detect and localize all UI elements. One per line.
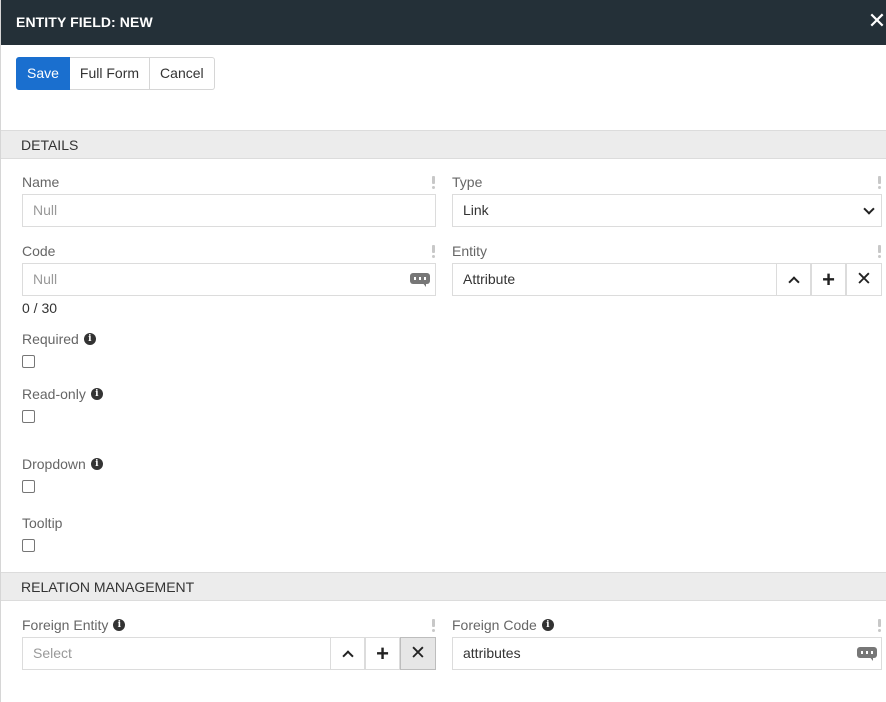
foreign-entity-label-text: Foreign Entity [22, 617, 109, 633]
required-indicator-icon [431, 245, 435, 259]
foreign-code-label-text: Foreign Code [452, 617, 537, 633]
info-icon[interactable]: i [83, 333, 96, 345]
chevron-up-icon [787, 275, 800, 288]
relation-section-header: RELATION MANAGEMENT [1, 572, 886, 601]
entity-label-text: Entity [452, 243, 488, 259]
read-only-checkbox[interactable] [22, 410, 35, 423]
name-label: Name [22, 174, 59, 190]
plus-icon: + [376, 640, 389, 666]
name-label-text: Name [22, 174, 60, 190]
entity-clear-button[interactable]: ✕ [846, 263, 882, 296]
code-input[interactable]: Null [22, 263, 436, 296]
plus-icon: + [822, 266, 835, 292]
chevron-down-icon [864, 205, 874, 215]
required-indicator-icon [877, 176, 881, 190]
dropdown-label-text: Dropdown [22, 456, 86, 472]
tooltip-label-text: Tooltip [22, 515, 63, 531]
code-label-text: Code [22, 243, 56, 259]
required-indicator-icon [431, 619, 435, 633]
required-indicator-icon [877, 619, 881, 633]
entity-create-button[interactable]: + [811, 263, 846, 296]
type-label: Type [452, 174, 482, 190]
entity-select-button[interactable] [776, 263, 811, 296]
dropdown-checkbox[interactable] [22, 480, 35, 493]
required-indicator-icon [431, 176, 435, 190]
cancel-button[interactable]: Cancel [150, 57, 215, 90]
name-input[interactable]: Null [22, 194, 436, 227]
foreign-entity-clear-button[interactable]: ✕ [400, 637, 436, 670]
details-section-title: DETAILS [21, 137, 79, 153]
required-label: Required i [22, 331, 96, 347]
entity-input[interactable]: Attribute [452, 263, 777, 296]
close-icon: ✕ [856, 269, 872, 290]
info-icon[interactable]: i [90, 458, 103, 470]
relation-section-title: RELATION MANAGEMENT [21, 579, 195, 595]
tooltip-label: Tooltip [22, 515, 62, 531]
read-only-label-text: Read-only [22, 386, 86, 402]
type-select[interactable]: Link [452, 194, 882, 227]
foreign-entity-label: Foreign Entity i [22, 617, 126, 633]
foreign-code-label: Foreign Code i [452, 617, 554, 633]
entity-field-modal: ENTITY FIELD: NEW ✕ Save Full Form Cance… [0, 0, 886, 702]
modal-title: ENTITY FIELD: NEW [16, 14, 153, 30]
read-only-label: Read-only i [22, 386, 103, 402]
entity-label: Entity [452, 243, 487, 259]
tooltip-checkbox[interactable] [22, 539, 35, 552]
info-icon[interactable]: i [90, 388, 103, 400]
action-buttons: Save Full Form Cancel [16, 57, 215, 90]
foreign-entity-select-button[interactable] [330, 637, 365, 670]
chevron-up-icon [341, 649, 354, 662]
type-label-text: Type [452, 174, 483, 190]
foreign-entity-create-button[interactable]: + [365, 637, 400, 670]
details-section-header: DETAILS [1, 130, 886, 159]
translate-message-icon[interactable] [857, 647, 877, 661]
code-label: Code [22, 243, 55, 259]
full-form-button[interactable]: Full Form [69, 57, 151, 90]
code-char-counter: 0 / 30 [22, 300, 58, 316]
foreign-code-input[interactable]: attributes [452, 637, 882, 670]
info-icon[interactable]: i [113, 619, 126, 631]
required-checkbox[interactable] [22, 355, 35, 368]
modal-header: ENTITY FIELD: NEW ✕ [1, 0, 886, 45]
required-label-text: Required [22, 331, 79, 347]
foreign-entity-input[interactable]: Select [22, 637, 331, 670]
type-select-value: Link [463, 202, 489, 218]
required-indicator-icon [877, 245, 881, 259]
save-button[interactable]: Save [16, 57, 70, 90]
translate-message-icon[interactable] [410, 273, 430, 287]
close-icon: ✕ [410, 643, 426, 664]
dropdown-label: Dropdown i [22, 456, 103, 472]
close-icon[interactable]: ✕ [867, 10, 886, 33]
info-icon[interactable]: i [541, 619, 554, 631]
